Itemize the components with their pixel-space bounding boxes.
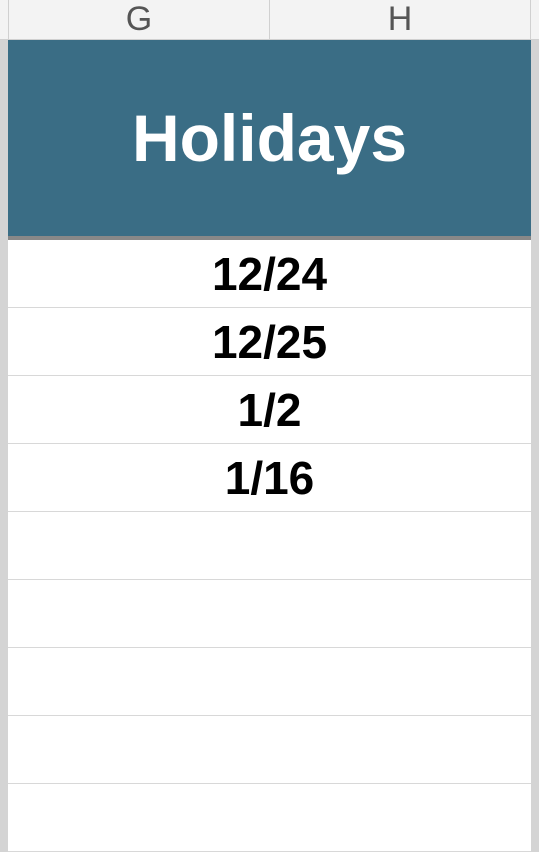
table-row[interactable]	[8, 784, 531, 852]
column-header-g[interactable]: G	[8, 0, 270, 39]
table-row[interactable]: 1/2	[8, 376, 531, 444]
title-text: Holidays	[132, 100, 407, 176]
table-row[interactable]: 12/24	[8, 240, 531, 308]
holiday-date: 1/2	[238, 383, 302, 437]
table-row[interactable]	[8, 648, 531, 716]
grid-body: Holidays 12/24 12/25 1/2 1/16	[0, 40, 539, 852]
table-row[interactable]	[8, 512, 531, 580]
holiday-date: 12/25	[212, 315, 327, 369]
table-row[interactable]	[8, 580, 531, 648]
table-row[interactable]	[8, 716, 531, 784]
table-row[interactable]: 1/16	[8, 444, 531, 512]
column-header-h[interactable]: H	[270, 0, 531, 39]
title-row[interactable]: Holidays	[8, 40, 531, 240]
table-row[interactable]: 12/25	[8, 308, 531, 376]
spreadsheet: G H Holidays 12/24 12/25 1/2 1/16	[0, 0, 539, 833]
column-headers: G H	[0, 0, 539, 40]
holiday-date: 1/16	[225, 451, 315, 505]
holiday-date: 12/24	[212, 247, 327, 301]
